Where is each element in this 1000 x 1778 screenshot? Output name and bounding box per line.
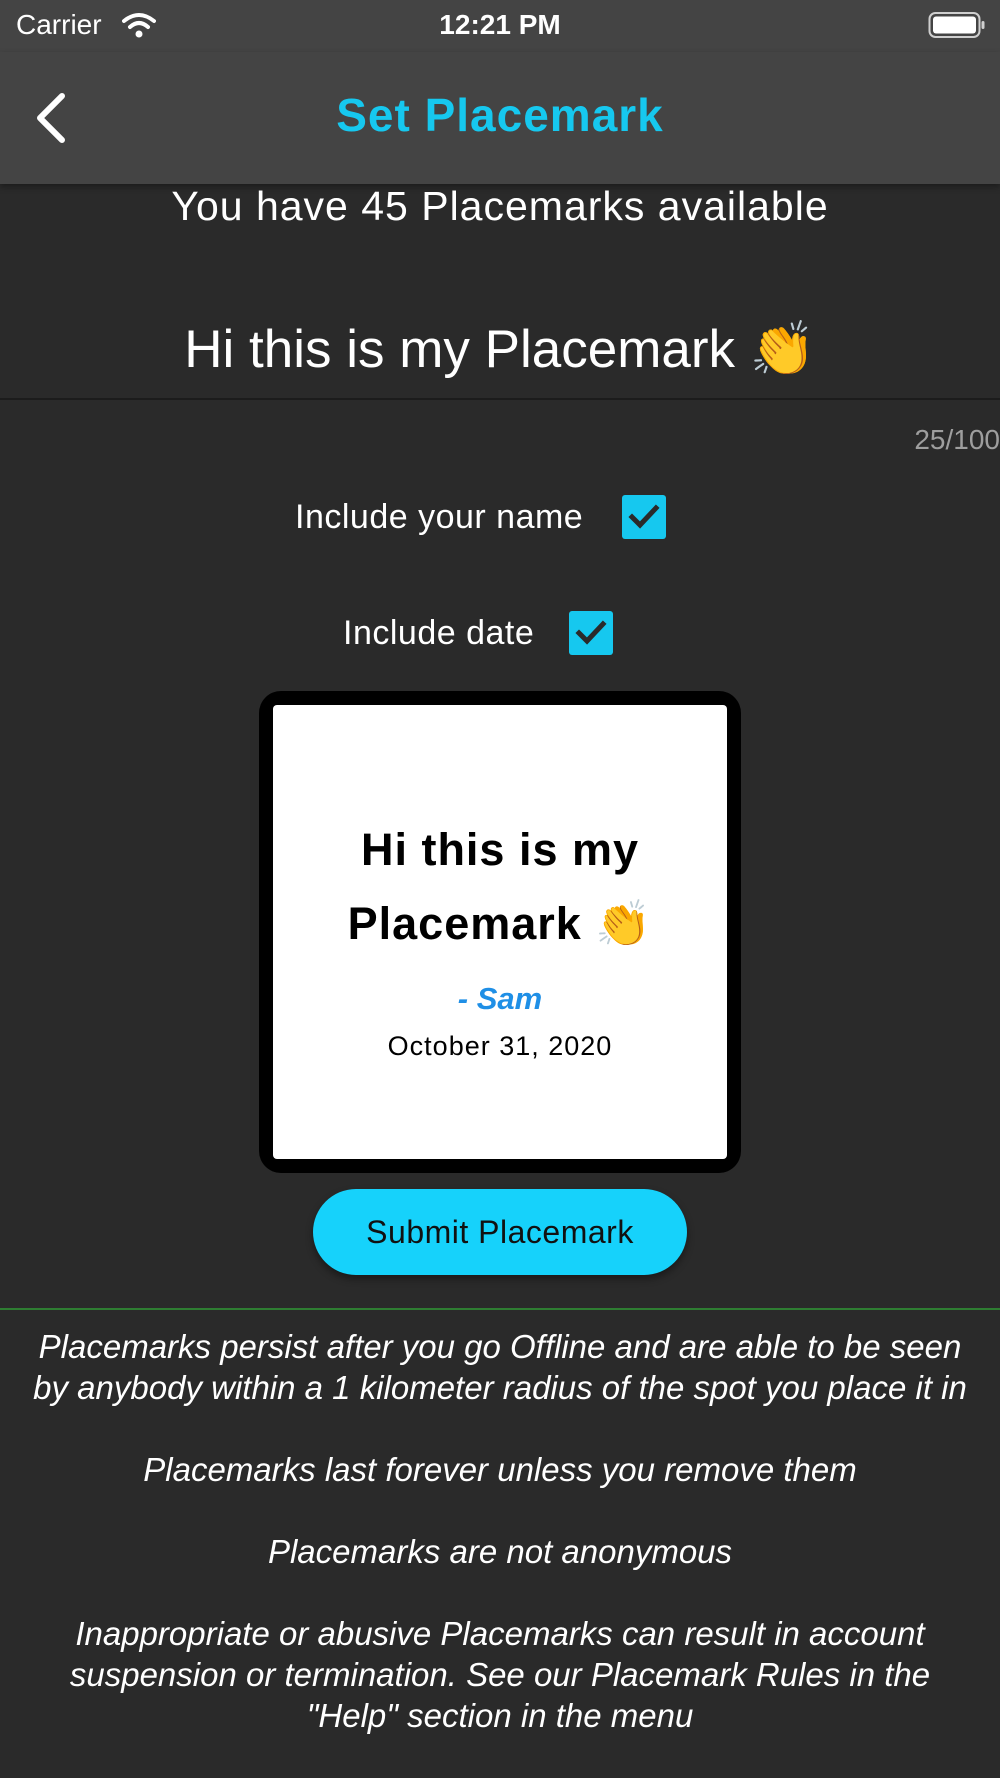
checkmark-icon [628,504,660,529]
page-title: Set Placemark [336,89,664,141]
include-date-label: Include date [343,613,535,652]
character-counter: 25/100 [914,424,1000,455]
navigation-bar: Set Placemark [0,52,1000,184]
preview-message: Hi this is my Placemark 👏 [347,824,653,949]
info-forever-text: Placemarks last forever unless you remov… [143,1451,857,1488]
include-date-checkbox[interactable] [569,611,614,655]
include-name-checkbox[interactable] [622,495,667,539]
preview-author: - Sam [457,981,543,1016]
placemark-info: Placemarks persist after you go Offline … [20,1326,980,1777]
status-bar: Carrier 12:21 PM [0,0,1000,52]
include-name-label: Include your name [295,497,584,536]
info-anonymous-text: Placemarks are not anonymous [267,1533,733,1570]
placemark-message-input[interactable] [0,300,1000,400]
info-rules-text: Inappropriate or abusive Placemarks can … [69,1615,931,1734]
include-name-row: Include your name [295,494,667,540]
available-count-text: You have 45 Placemarks available [171,183,829,229]
status-time: 12:21 PM [439,9,561,40]
divider [0,1308,1000,1310]
submit-placemark-button[interactable]: Submit Placemark [313,1189,687,1275]
battery-icon [928,11,986,39]
placemark-preview-card: Hi this is my Placemark 👏 - Sam October … [259,691,741,1173]
include-date-row: Include date [343,610,614,656]
preview-card-body: Hi this is my Placemark 👏 - Sam October … [273,705,727,1159]
checkmark-icon [575,620,607,645]
preview-date: October 31, 2020 [387,1031,613,1061]
info-persist-text: Placemarks persist after you go Offline … [33,1328,967,1406]
